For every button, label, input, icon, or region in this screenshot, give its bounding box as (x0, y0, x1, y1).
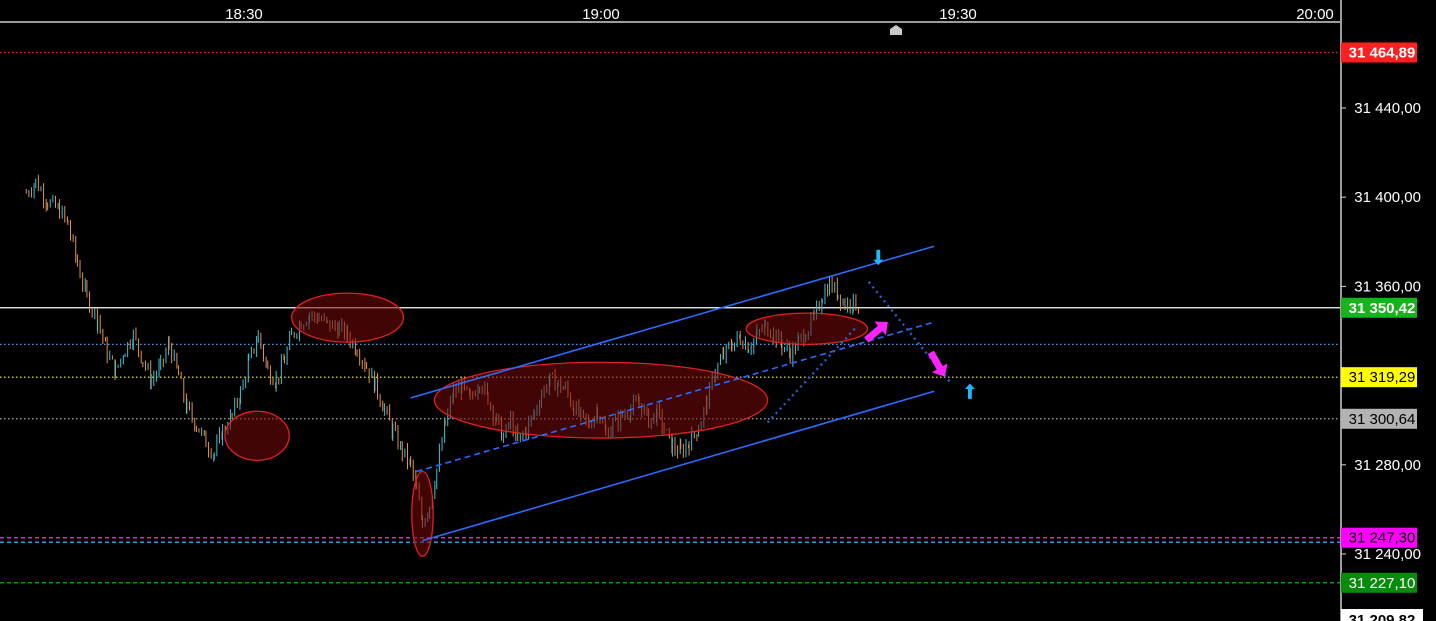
highlight-ellipse (433, 361, 769, 439)
price-tick-label: 31 240,00 (1354, 546, 1421, 563)
time-tick-label: 19:00 (582, 6, 620, 23)
highlight-ellipse (290, 292, 405, 343)
up-arrow-icon (964, 383, 975, 399)
drawings (224, 245, 975, 557)
price-axis[interactable]: 31 440,00 31 400,00 31 360,00 31 280,00 31 2… (1340, 0, 1436, 621)
price-badge-label: 31 350,42 (1349, 300, 1416, 317)
price-lines (0, 51, 1340, 584)
time-tick-label: 18:30 (225, 6, 263, 23)
time-axis-bg (0, 0, 1340, 22)
price-badge-label: 31 247,30 (1349, 530, 1416, 547)
price-badge-label: 31 464,89 (1349, 44, 1416, 61)
time-tick-label: 19:30 (939, 6, 977, 23)
price-tick-label: 31 440,00 (1354, 100, 1421, 117)
highlight-ellipse (411, 470, 434, 557)
highlight-ellipse (745, 312, 869, 346)
highlight-ellipse (224, 410, 290, 461)
time-tick-label: 20:00 (1296, 6, 1334, 23)
price-badge-label: 31 227,10 (1349, 575, 1416, 592)
price-tick-label: 31 360,00 (1354, 278, 1421, 295)
price-badge-label: 31 319,29 (1349, 369, 1416, 386)
price-badge-label: 31 300,64 (1349, 411, 1416, 428)
price-chart[interactable]: 18:30 19:00 19:30 20:00 31 440,0031 400,003… (0, 0, 1436, 621)
price-tick-label: 31 280,00 (1354, 457, 1421, 474)
time-marker-icon (890, 25, 902, 35)
price-badge-label: 31 209,82 (1349, 612, 1416, 621)
up-arrow-icon-shape (964, 383, 975, 399)
candles (25, 174, 860, 528)
price-tick-label: 31 400,00 (1354, 189, 1421, 206)
time-axis: 18:30 19:00 19:30 20:00 (0, 0, 1340, 35)
